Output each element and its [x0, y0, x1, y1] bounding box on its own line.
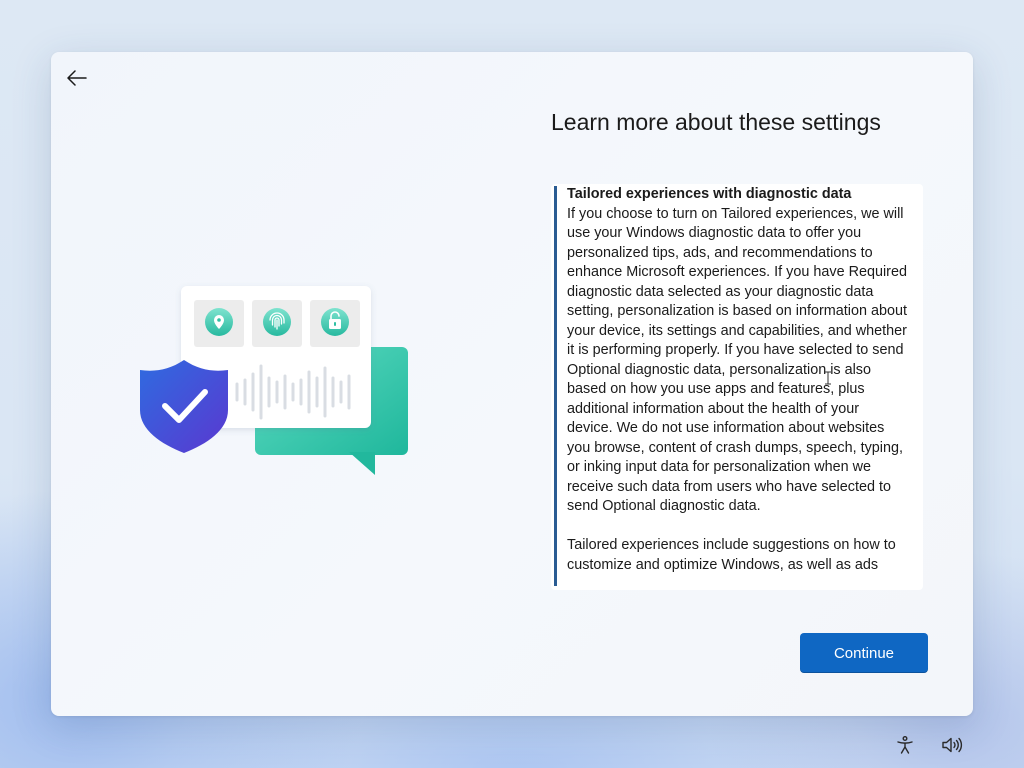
info-paragraph-2: Tailored experiences include suggestions… [567, 537, 896, 573]
privacy-illustration [140, 286, 408, 475]
page-title: Learn more about these settings [551, 109, 881, 135]
volume-button[interactable] [940, 733, 964, 757]
continue-button[interactable]: Continue [800, 633, 928, 673]
text-cursor-icon [825, 371, 831, 385]
accessibility-icon [897, 736, 913, 754]
info-paragraph-1: If you choose to turn on Tailored experi… [567, 205, 907, 515]
info-text: Tailored experiences with diagnostic dat… [567, 185, 907, 575]
info-scroll-panel[interactable]: Tailored experiences with diagnostic dat… [551, 184, 923, 590]
volume-icon [942, 737, 963, 753]
shield-check-icon [140, 360, 228, 453]
oobe-dialog: Learn more about these settings Tailored… [51, 52, 973, 716]
scroll-accent-bar [554, 186, 557, 586]
back-button[interactable] [63, 64, 91, 92]
back-arrow-icon [67, 70, 87, 86]
accessibility-button[interactable] [893, 733, 917, 757]
location-pin-icon [194, 300, 244, 347]
unlock-icon [310, 300, 360, 347]
info-heading: Tailored experiences with diagnostic dat… [567, 186, 852, 202]
fingerprint-icon [252, 300, 302, 347]
